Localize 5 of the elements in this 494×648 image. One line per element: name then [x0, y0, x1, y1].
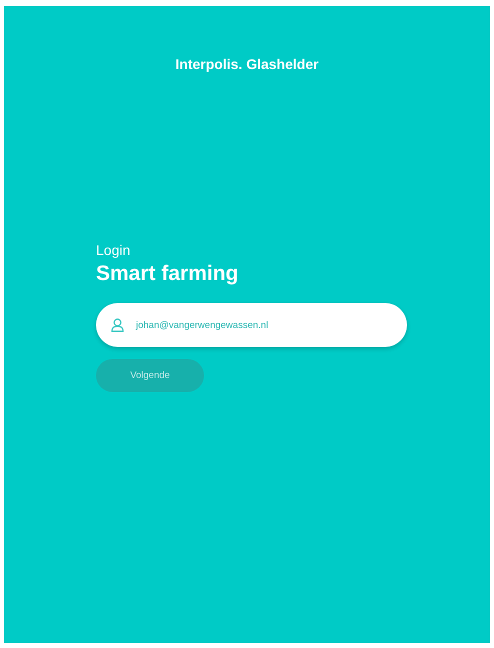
- email-field[interactable]: johan@vangerwengewassen.nl: [96, 303, 407, 347]
- login-label: Login: [96, 242, 132, 258]
- user-icon: [111, 318, 124, 332]
- page-title: Smart farming: [96, 262, 240, 286]
- brand-title: Interpolis. Glashelder: [175, 56, 319, 72]
